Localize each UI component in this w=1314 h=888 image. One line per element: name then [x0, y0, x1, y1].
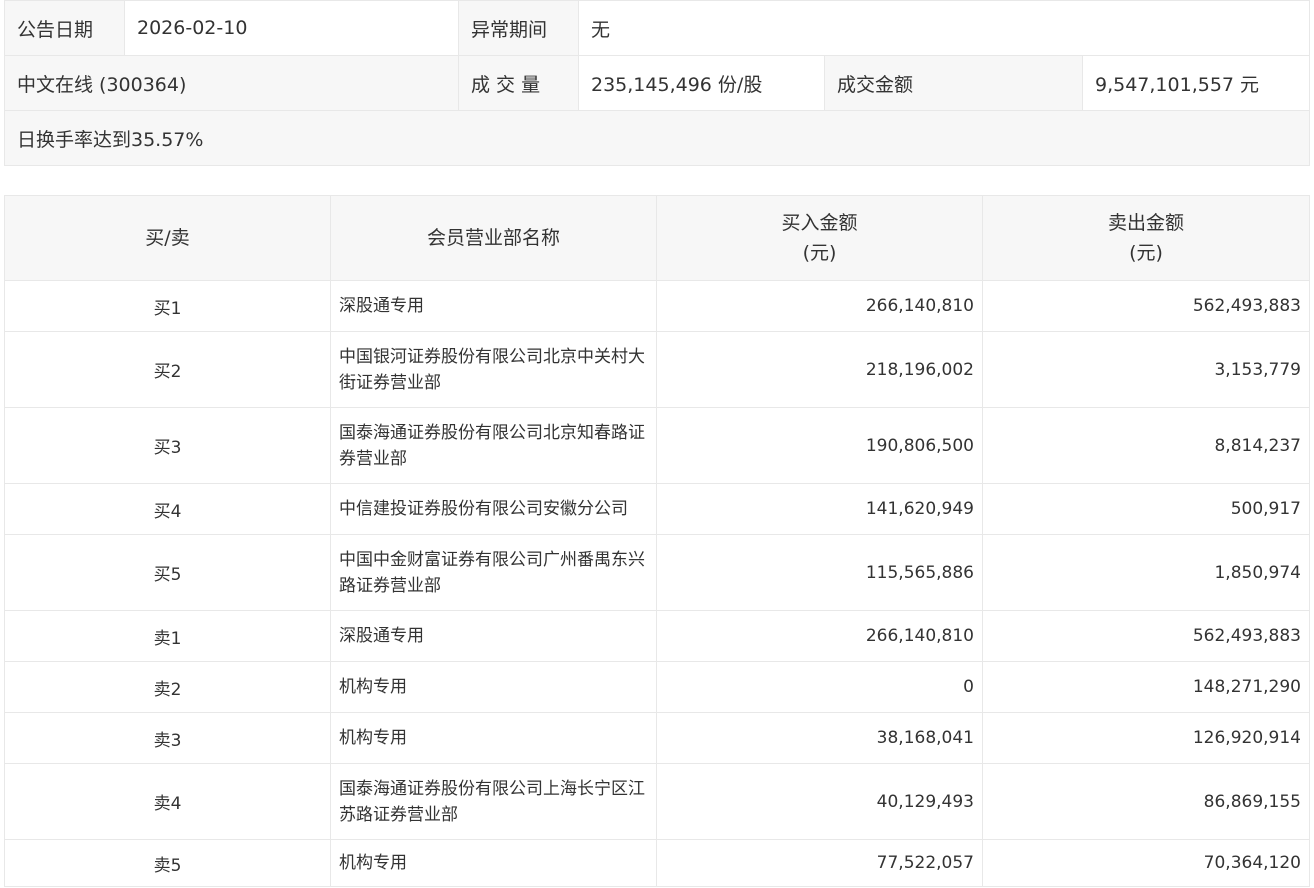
- row-sell-amount: 86,869,155: [982, 763, 1310, 840]
- row-sell-amount: 3,153,779: [982, 331, 1310, 408]
- row-buy-amount: 115,565,886: [656, 534, 983, 611]
- listing-reason: 日换手率达到35.57%: [4, 110, 1310, 166]
- row-buy-amount: 38,168,041: [656, 712, 983, 764]
- table-row: 买1 深股通专用 266,140,810 562,493,883: [4, 280, 1310, 332]
- row-side: 买3: [4, 407, 331, 484]
- row-buy-amount: 266,140,810: [656, 610, 983, 662]
- announce-date-value: 2026-02-10: [124, 0, 459, 56]
- row-member-name: 深股通专用: [330, 610, 657, 662]
- header-member-name: 会员营业部名称: [330, 195, 657, 281]
- table-row: 卖1 深股通专用 266,140,810 562,493,883: [4, 610, 1310, 662]
- volume-value: 235,145,496 份/股: [578, 55, 825, 111]
- table-row: 买2 中国银河证券股份有限公司北京中关村大街证券营业部 218,196,002 …: [4, 331, 1310, 408]
- row-side: 买5: [4, 534, 331, 611]
- row-buy-amount: 77,522,057: [656, 839, 983, 887]
- trading-seats-table: 买/卖 会员营业部名称 买入金额 (元) 卖出金额 (元) 买1 深股通专用 2…: [4, 195, 1310, 887]
- table-header-row: 买/卖 会员营业部名称 买入金额 (元) 卖出金额 (元): [4, 195, 1310, 281]
- stock-name-code: 中文在线 (300364): [4, 55, 459, 111]
- row-side: 卖4: [4, 763, 331, 840]
- info-row-date: 公告日期 2026-02-10 异常期间 无: [4, 0, 1310, 56]
- row-member-name: 机构专用: [330, 712, 657, 764]
- abnormal-period-value: 无: [578, 0, 1310, 56]
- stock-info-table: 公告日期 2026-02-10 异常期间 无 中文在线 (300364) 成 交…: [4, 0, 1310, 166]
- table-row: 买4 中信建投证券股份有限公司安徽分公司 141,620,949 500,917: [4, 483, 1310, 535]
- row-sell-amount: 126,920,914: [982, 712, 1310, 764]
- row-member-name: 国泰海通证券股份有限公司上海长宁区江苏路证券营业部: [330, 763, 657, 840]
- row-side: 卖3: [4, 712, 331, 764]
- row-sell-amount: 70,364,120: [982, 839, 1310, 887]
- header-buy-amount-unit: (元): [802, 242, 837, 264]
- header-sell-amount-unit: (元): [1129, 242, 1163, 264]
- row-buy-amount: 141,620,949: [656, 483, 983, 535]
- row-buy-amount: 218,196,002: [656, 331, 983, 408]
- row-side: 卖5: [4, 839, 331, 887]
- row-member-name: 中国银河证券股份有限公司北京中关村大街证券营业部: [330, 331, 657, 408]
- table-row: 卖4 国泰海通证券股份有限公司上海长宁区江苏路证券营业部 40,129,493 …: [4, 763, 1310, 840]
- header-sell-amount: 卖出金额 (元): [982, 195, 1310, 281]
- row-buy-amount: 266,140,810: [656, 280, 983, 332]
- row-sell-amount: 562,493,883: [982, 280, 1310, 332]
- row-member-name: 机构专用: [330, 839, 657, 887]
- row-side: 卖2: [4, 661, 331, 713]
- row-member-name: 深股通专用: [330, 280, 657, 332]
- row-member-name: 国泰海通证券股份有限公司北京知春路证券营业部: [330, 407, 657, 484]
- table-row: 买3 国泰海通证券股份有限公司北京知春路证券营业部 190,806,500 8,…: [4, 407, 1310, 484]
- header-buy-amount-title: 买入金额: [781, 212, 858, 234]
- info-row-reason: 日换手率达到35.57%: [4, 110, 1310, 166]
- row-sell-amount: 1,850,974: [982, 534, 1310, 611]
- header-buy-amount: 买入金额 (元): [656, 195, 983, 281]
- table-row: 卖2 机构专用 0 148,271,290: [4, 661, 1310, 713]
- row-buy-amount: 0: [656, 661, 983, 713]
- row-sell-amount: 500,917: [982, 483, 1310, 535]
- row-member-name: 中国中金财富证券有限公司广州番禺东兴路证券营业部: [330, 534, 657, 611]
- row-buy-amount: 190,806,500: [656, 407, 983, 484]
- row-side: 卖1: [4, 610, 331, 662]
- row-sell-amount: 148,271,290: [982, 661, 1310, 713]
- announce-date-label: 公告日期: [4, 0, 125, 56]
- table-row: 买5 中国中金财富证券有限公司广州番禺东兴路证券营业部 115,565,886 …: [4, 534, 1310, 611]
- header-side: 买/卖: [4, 195, 331, 281]
- table-row: 卖3 机构专用 38,168,041 126,920,914: [4, 712, 1310, 764]
- row-sell-amount: 562,493,883: [982, 610, 1310, 662]
- row-side: 买2: [4, 331, 331, 408]
- abnormal-period-label: 异常期间: [458, 0, 579, 56]
- row-buy-amount: 40,129,493: [656, 763, 983, 840]
- row-side: 买4: [4, 483, 331, 535]
- table-row: 卖5 机构专用 77,522,057 70,364,120: [4, 839, 1310, 887]
- row-member-name: 中信建投证券股份有限公司安徽分公司: [330, 483, 657, 535]
- header-sell-amount-title: 卖出金额: [1107, 212, 1184, 234]
- volume-label: 成 交 量: [458, 55, 579, 111]
- turnover-amount-label: 成交金额: [824, 55, 1083, 111]
- row-side: 买1: [4, 280, 331, 332]
- turnover-amount-value: 9,547,101,557 元: [1082, 55, 1310, 111]
- row-member-name: 机构专用: [330, 661, 657, 713]
- row-sell-amount: 8,814,237: [982, 407, 1310, 484]
- info-row-stock: 中文在线 (300364) 成 交 量 235,145,496 份/股 成交金额…: [4, 55, 1310, 111]
